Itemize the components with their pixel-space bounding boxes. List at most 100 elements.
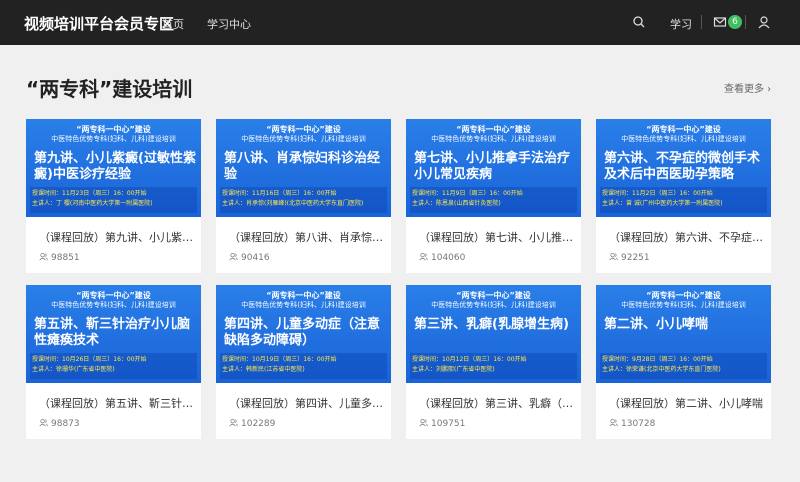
course-thumbnail[interactable]: “两专科一中心”建设 中医特色优势专科(妇科、儿科)建设培训 第五讲、靳三针治疗…: [26, 285, 201, 383]
course-card[interactable]: “两专科一中心”建设 中医特色优势专科(妇科、儿科)建设培训 第五讲、靳三针治疗…: [26, 285, 201, 439]
thumb-title: 第三讲、乳癖(乳腺增生病): [414, 317, 569, 332]
thumb-speaker: 主讲人：曾 诚(广州中医药大学第一附属医院): [602, 200, 723, 207]
course-title[interactable]: （课程回放）第七讲、小儿推拿手法治疗小儿常见疾病: [419, 229, 574, 245]
view-count-value: 98873: [51, 419, 80, 429]
users-icon: [229, 418, 238, 427]
user-icon[interactable]: [757, 15, 771, 29]
thumb-speaker: 主讲人：肖承悰(刘雁峰)(北京中医药大学东直门医院): [222, 200, 364, 207]
course-card[interactable]: “两专科一中心”建设 中医特色优势专科(妇科、儿科)建设培训 第九讲、小儿紫癜(…: [26, 119, 201, 273]
site-brand[interactable]: 视频培训平台会员专区: [24, 13, 174, 34]
course-card[interactable]: “两专科一中心”建设 中医特色优势专科(妇科、儿科)建设培训 第三讲、乳癖(乳腺…: [406, 285, 581, 439]
thumb-time: 授课时间：10月19日（周三）16：00开始: [222, 356, 337, 363]
course-title[interactable]: （课程回放）第九讲、小儿紫癜（过敏性紫癜）中医诊疗经验: [39, 229, 194, 245]
thumb-subheading: 中医特色优势专科(妇科、儿科)建设培训: [621, 301, 746, 309]
thumb-subheading: 中医特色优势专科(妇科、儿科)建设培训: [241, 135, 366, 143]
course-card[interactable]: “两专科一中心”建设 中医特色优势专科(妇科、儿科)建设培训 第四讲、儿童多动症…: [216, 285, 391, 439]
search-icon[interactable]: [632, 15, 646, 29]
course-title[interactable]: （课程回放）第四讲、儿童多动症（注意缺陷多动障碍）: [229, 395, 384, 411]
course-thumbnail[interactable]: “两专科一中心”建设 中医特色优势专科(妇科、儿科)建设培训 第九讲、小儿紫癜(…: [26, 119, 201, 217]
users-icon: [419, 418, 428, 427]
view-count: 130728: [609, 418, 655, 429]
thumb-title: 第四讲、儿童多动症（注意缺陷多动障碍）: [224, 317, 381, 348]
thumb-time: 授课时间：11月23日（周三）16：00开始: [32, 190, 147, 197]
course-card[interactable]: “两专科一中心”建设 中医特色优势专科(妇科、儿科)建设培训 第六讲、不孕症的微…: [596, 119, 771, 273]
thumb-info: 授课时间：11月9日（周三）16：00开始 主讲人：陈恩泉(山西省针灸医院): [412, 189, 578, 209]
view-count-value: 92251: [621, 253, 650, 263]
course-title[interactable]: （课程回放）第三讲、乳癖（乳腺增生病）: [419, 395, 574, 411]
thumb-subheading: 中医特色优势专科(妇科、儿科)建设培训: [431, 135, 556, 143]
divider: [745, 15, 746, 29]
users-icon: [419, 252, 428, 261]
thumb-subheading: 中医特色优势专科(妇科、儿科)建设培训: [241, 301, 366, 309]
section-title: “两专科”建设培训: [26, 77, 193, 101]
thumb-time: 授课时间：10月26日（周三）16：00开始: [32, 356, 147, 363]
thumb-subheading: 中医特色优势专科(妇科、儿科)建设培训: [431, 301, 556, 309]
thumb-time: 授课时间：11月2日（周三）16：00开始: [602, 190, 713, 197]
thumb-title: 第八讲、肖承悰妇科诊治经验: [224, 151, 381, 182]
users-icon: [39, 418, 48, 427]
thumb-info: 授课时间：10月12日（周三）16：00开始 主讲人：刘鹏熙(广东省中医院): [412, 355, 578, 375]
thumb-info: 授课时间：11月2日（周三）16：00开始 主讲人：曾 诚(广州中医药大学第一附…: [602, 189, 768, 209]
thumb-info: 授课时间：11月23日（周三）16：00开始 主讲人：丁 樱(河南中医药大学第一…: [32, 189, 198, 209]
course-thumbnail[interactable]: “两专科一中心”建设 中医特色优势专科(妇科、儿科)建设培训 第四讲、儿童多动症…: [216, 285, 391, 383]
course-card[interactable]: “两专科一中心”建设 中医特色优势专科(妇科、儿科)建设培训 第八讲、肖承悰妇科…: [216, 119, 391, 273]
thumb-title: 第五讲、靳三针治疗小儿脑性瘫痪技术: [34, 317, 191, 348]
thumb-speaker: 主讲人：徐珊华(广东省中医院): [32, 366, 115, 373]
top-navbar: 视频培训平台会员专区 首页 学习中心 学习 6: [0, 0, 800, 45]
thumb-title: 第七讲、小儿推拿手法治疗小儿常见疾病: [414, 151, 571, 182]
view-count-value: 109751: [431, 419, 466, 429]
course-title[interactable]: （课程回放）第八讲、肖承悰妇科诊治经验: [229, 229, 384, 245]
thumb-title: 第九讲、小儿紫癜(过敏性紫癜)中医诊疗经验: [34, 151, 196, 182]
view-count: 98851: [39, 252, 80, 263]
thumb-info: 授课时间：10月26日（周三）16：00开始 主讲人：徐珊华(广东省中医院): [32, 355, 198, 375]
thumb-speaker: 主讲人：韩新民(江苏省中医院): [222, 366, 305, 373]
users-icon: [39, 252, 48, 261]
view-count-value: 130728: [621, 419, 656, 429]
thumb-title: 第六讲、不孕症的微创手术及术后中西医助孕策略: [604, 151, 761, 182]
course-thumbnail[interactable]: “两专科一中心”建设 中医特色优势专科(妇科、儿科)建设培训 第八讲、肖承悰妇科…: [216, 119, 391, 217]
view-count: 104060: [419, 252, 465, 263]
mail-count-badge: 6: [728, 15, 742, 29]
divider: [701, 15, 702, 29]
thumb-info: 授课时间：10月19日（周三）16：00开始 主讲人：韩新民(江苏省中医院): [222, 355, 388, 375]
thumb-speaker: 主讲人：丁 樱(河南中医药大学第一附属医院): [32, 200, 153, 207]
course-card[interactable]: “两专科一中心”建设 中医特色优势专科(妇科、儿科)建设培训 第二讲、小儿哮喘 …: [596, 285, 771, 439]
view-count-value: 90416: [241, 253, 270, 263]
nav-learning-center[interactable]: 学习中心: [207, 16, 251, 32]
thumb-speaker: 主讲人：徐荣谦(北京中医药大学东直门医院): [602, 366, 721, 373]
thumb-subheading: 中医特色优势专科(妇科、儿科)建设培训: [51, 301, 176, 309]
view-count: 92251: [609, 252, 650, 263]
view-more-link[interactable]: 查看更多 ›: [724, 80, 771, 95]
thumb-title: 第二讲、小儿哮喘: [604, 317, 709, 332]
view-count: 109751: [419, 418, 465, 429]
thumb-time: 授课时间：11月16日（周三）16：00开始: [222, 190, 337, 197]
view-count: 90416: [229, 252, 270, 263]
thumb-speaker: 主讲人：刘鹏熙(广东省中医院): [412, 366, 495, 373]
nav-home[interactable]: 首页: [162, 16, 184, 32]
thumb-info: 授课时间：11月16日（周三）16：00开始 主讲人：肖承悰(刘雁峰)(北京中医…: [222, 189, 388, 209]
thumb-time: 授课时间：11月9日（周三）16：00开始: [412, 190, 523, 197]
view-count-value: 104060: [431, 253, 466, 263]
thumb-time: 授课时间：10月12日（周三）16：00开始: [412, 356, 527, 363]
users-icon: [609, 418, 618, 427]
course-card[interactable]: “两专科一中心”建设 中医特色优势专科(妇科、儿科)建设培训 第七讲、小儿推拿手…: [406, 119, 581, 273]
thumb-subheading: 中医特色优势专科(妇科、儿科)建设培训: [51, 135, 176, 143]
course-thumbnail[interactable]: “两专科一中心”建设 中医特色优势专科(妇科、儿科)建设培训 第二讲、小儿哮喘 …: [596, 285, 771, 383]
thumb-subheading: 中医特色优势专科(妇科、儿科)建设培训: [621, 135, 746, 143]
top-learn-link[interactable]: 学习: [670, 16, 692, 32]
users-icon: [229, 252, 238, 261]
mail-icon[interactable]: [713, 15, 727, 29]
course-title[interactable]: （课程回放）第六讲、不孕症的微创手术及术后中西医助孕策略: [609, 229, 764, 245]
thumb-time: 授课时间：9月28日（周三）16：00开始: [602, 356, 713, 363]
course-title[interactable]: （课程回放）第五讲、靳三针治疗小儿脑性瘫痪技术: [39, 395, 194, 411]
users-icon: [609, 252, 618, 261]
course-thumbnail[interactable]: “两专科一中心”建设 中医特色优势专科(妇科、儿科)建设培训 第七讲、小儿推拿手…: [406, 119, 581, 217]
view-count-value: 98851: [51, 253, 80, 263]
thumb-speaker: 主讲人：陈恩泉(山西省针灸医院): [412, 200, 501, 207]
view-count-value: 102289: [241, 419, 276, 429]
course-title[interactable]: （课程回放）第二讲、小儿哮喘: [609, 395, 764, 411]
view-count: 98873: [39, 418, 80, 429]
thumb-info: 授课时间：9月28日（周三）16：00开始 主讲人：徐荣谦(北京中医药大学东直门…: [602, 355, 768, 375]
course-thumbnail[interactable]: “两专科一中心”建设 中医特色优势专科(妇科、儿科)建设培训 第三讲、乳癖(乳腺…: [406, 285, 581, 383]
course-thumbnail[interactable]: “两专科一中心”建设 中医特色优势专科(妇科、儿科)建设培训 第六讲、不孕症的微…: [596, 119, 771, 217]
